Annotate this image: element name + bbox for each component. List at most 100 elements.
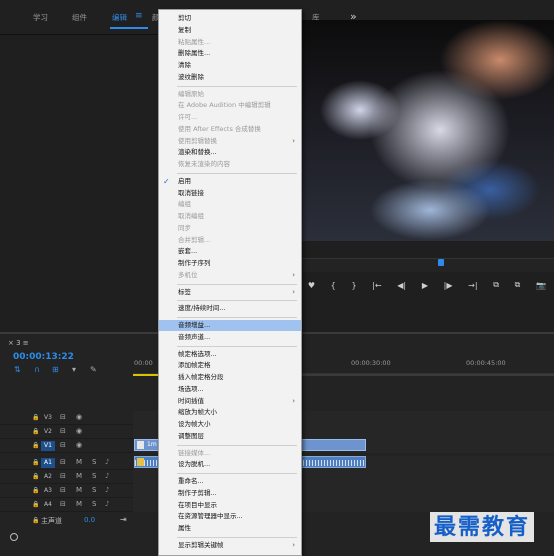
insert-icon[interactable]: ⧉	[493, 280, 499, 290]
solo-button[interactable]: S	[92, 486, 96, 494]
mark-out-icon[interactable]: }	[351, 281, 356, 290]
submenu-arrow-icon: ›	[292, 136, 295, 145]
sync-lock-icon[interactable]: ⊟	[60, 441, 66, 449]
nest-toggle-icon[interactable]: ⇅	[14, 365, 21, 374]
menu-item[interactable]: 重命名...	[159, 476, 301, 487]
go-to-in-icon[interactable]: |←	[372, 281, 381, 290]
menu-item-label: 链接媒体...	[178, 448, 211, 457]
sync-lock-icon[interactable]: ⊟	[60, 472, 66, 480]
mark-in-icon[interactable]: {	[331, 281, 336, 290]
lock-icon[interactable]: 🔒	[32, 442, 39, 449]
track-name[interactable]: A1	[41, 458, 55, 468]
lock-icon[interactable]: 🔒	[32, 414, 39, 421]
menu-item[interactable]: 启用 ✓	[159, 176, 301, 187]
eye-icon[interactable]: ◉	[76, 441, 82, 449]
mute-button[interactable]: M	[76, 486, 82, 494]
track-name[interactable]: A4	[41, 500, 55, 510]
master-volume[interactable]: 0.0	[84, 516, 95, 524]
lock-icon[interactable]: 🔒	[32, 487, 39, 494]
mute-button[interactable]: M	[76, 472, 82, 480]
sync-lock-icon[interactable]: ⊟	[60, 427, 66, 435]
solo-button[interactable]: S	[92, 472, 96, 480]
menu-item[interactable]: 剪切	[159, 13, 301, 24]
menu-item[interactable]: 速度/持续时间...	[159, 303, 301, 314]
menu-item[interactable]: 复制	[159, 25, 301, 36]
timeline-tab[interactable]: × 3 ≡	[8, 339, 29, 347]
menu-item[interactable]: 删除属性...	[159, 48, 301, 59]
menu-item[interactable]: 设为脱机...	[159, 459, 301, 470]
menu-item[interactable]: 嵌套...	[159, 246, 301, 257]
export-frame-icon[interactable]: 📷	[536, 281, 546, 290]
playhead-icon[interactable]	[438, 259, 444, 266]
overwrite-icon[interactable]: ⧉	[515, 280, 521, 290]
step-forward-icon[interactable]: |▶	[444, 281, 453, 290]
track-name[interactable]: V2	[41, 427, 55, 437]
menu-item[interactable]: 缩放为帧大小	[159, 407, 301, 418]
go-to-end-icon[interactable]: ⇥	[120, 515, 127, 524]
monitor-scrub-bar[interactable]	[300, 258, 554, 272]
mute-button[interactable]: M	[76, 458, 82, 466]
menu-item[interactable]: 场选项...	[159, 384, 301, 395]
microphone-icon[interactable]: ♪	[105, 500, 109, 508]
menu-item-label: 调整图层	[178, 431, 204, 440]
play-icon[interactable]: ▶	[422, 281, 428, 290]
menu-item[interactable]: 时间插值 ›	[159, 396, 301, 407]
menu-item[interactable]: 在项目中显示	[159, 500, 301, 511]
menu-item[interactable]: 音频增益...	[159, 320, 301, 331]
sync-lock-icon[interactable]: ⊟	[60, 486, 66, 494]
menu-item-label: 使用剪辑替换	[178, 136, 217, 145]
menu-item-label: 渲染和替换...	[178, 148, 217, 157]
menu-item[interactable]: 标签 ›	[159, 287, 301, 298]
menu-item[interactable]: 渲染和替换...	[159, 147, 301, 158]
microphone-icon[interactable]: ♪	[105, 458, 109, 466]
menu-item[interactable]: 调整图层	[159, 431, 301, 442]
workspace-tab-editing[interactable]: 编辑	[112, 12, 127, 23]
menu-item[interactable]: 显示剪辑关键帧 ›	[159, 540, 301, 551]
menu-item[interactable]: 制作子剪辑...	[159, 488, 301, 499]
track-name[interactable]: A3	[41, 486, 55, 496]
menu-item[interactable]: 制作子序列	[159, 258, 301, 269]
menu-item[interactable]: 设为帧大小	[159, 419, 301, 430]
workspace-tab-assembly[interactable]: 组件	[72, 12, 87, 23]
step-back-icon[interactable]: ◀|	[397, 281, 406, 290]
microphone-icon[interactable]: ♪	[105, 486, 109, 494]
menu-item[interactable]: 在资源管理器中显示...	[159, 511, 301, 522]
menu-item[interactable]: 波纹删除	[159, 72, 301, 83]
menu-item[interactable]: 帧定格选项...	[159, 349, 301, 360]
add-marker-icon[interactable]: ▾	[72, 365, 76, 374]
menu-item[interactable]: 属性	[159, 523, 301, 534]
lock-icon[interactable]: 🔒	[32, 501, 39, 508]
scrollbar-handle[interactable]	[10, 533, 18, 541]
menu-item[interactable]: 添加帧定格	[159, 360, 301, 371]
wrench-icon[interactable]: ✎	[90, 365, 97, 374]
lock-icon[interactable]: 🔒	[32, 473, 39, 480]
track-name[interactable]: V1	[41, 441, 55, 451]
workspace-tab-learn[interactable]: 学习	[33, 12, 48, 23]
menu-item: 粘贴属性...	[159, 37, 301, 48]
solo-button[interactable]: S	[92, 500, 96, 508]
snap-icon[interactable]: ∩	[34, 365, 40, 374]
linked-selection-icon[interactable]: ⊞	[52, 365, 59, 374]
eye-icon[interactable]: ◉	[76, 427, 82, 435]
lock-icon[interactable]: 🔒	[32, 517, 39, 524]
go-to-out-icon[interactable]: →|	[468, 281, 477, 290]
timecode-display[interactable]: 00:00:13:22	[13, 352, 74, 362]
mute-button[interactable]: M	[76, 500, 82, 508]
menu-item[interactable]: 清除	[159, 60, 301, 71]
track-name[interactable]: A2	[41, 472, 55, 482]
microphone-icon[interactable]: ♪	[105, 472, 109, 480]
menu-item[interactable]: 取消链接	[159, 188, 301, 199]
sync-lock-icon[interactable]: ⊟	[60, 458, 66, 466]
sync-lock-icon[interactable]: ⊟	[60, 413, 66, 421]
solo-button[interactable]: S	[92, 458, 96, 466]
lock-icon[interactable]: 🔒	[32, 428, 39, 435]
track-name[interactable]: V3	[41, 413, 55, 423]
menu-item[interactable]: 插入帧定格分段	[159, 372, 301, 383]
eye-icon[interactable]: ◉	[76, 413, 82, 421]
hamburger-icon[interactable]: ≡	[135, 11, 143, 21]
lock-icon[interactable]: 🔒	[32, 459, 39, 466]
add-marker-icon[interactable]: ♥	[308, 281, 315, 290]
menu-item[interactable]: 音频声道...	[159, 332, 301, 343]
sync-lock-icon[interactable]: ⊟	[60, 500, 66, 508]
menu-item-label: 属性	[178, 524, 191, 532]
